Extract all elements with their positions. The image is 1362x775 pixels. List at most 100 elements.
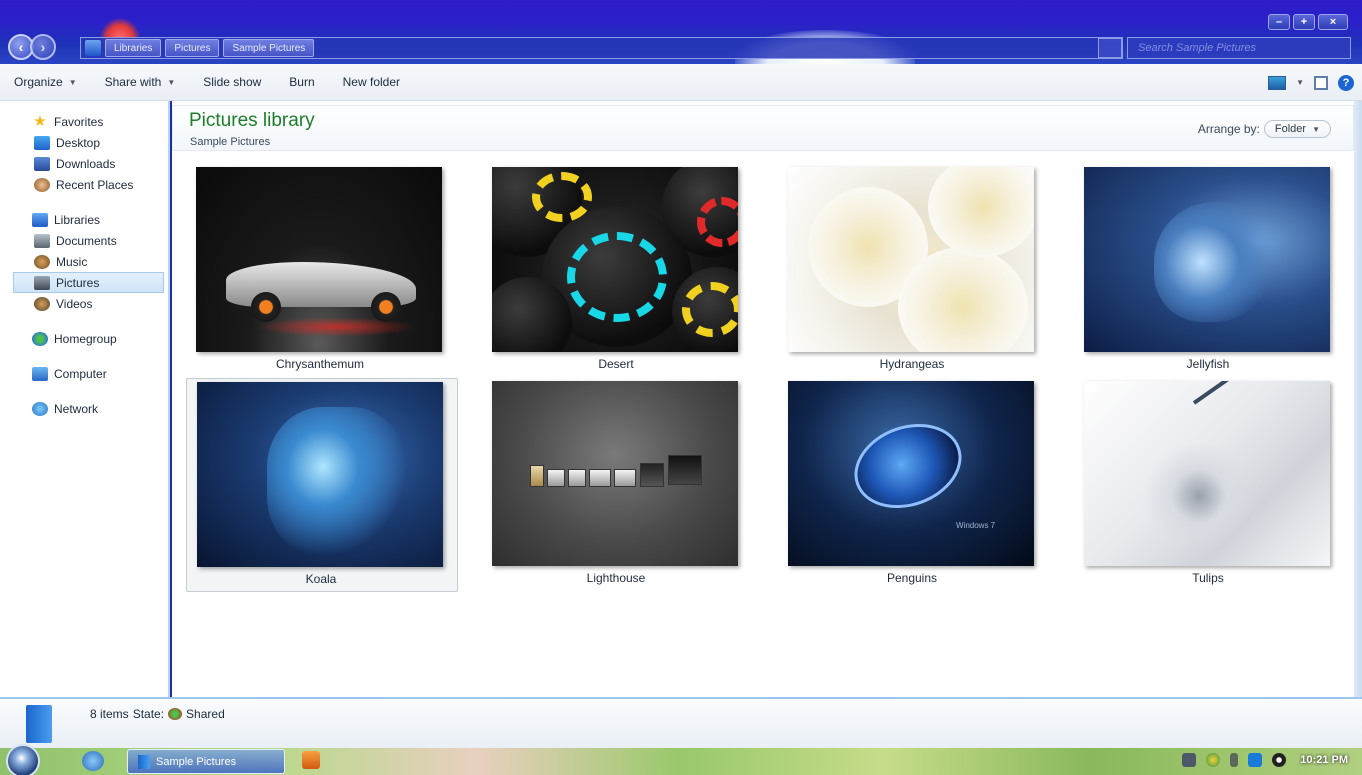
navigation-buttons: ‹ › [8, 34, 56, 60]
sidebar-item-label: Downloads [56, 156, 116, 171]
sidebar-item-music[interactable]: Music [0, 251, 168, 272]
file-tile-desert[interactable]: Desert [482, 164, 754, 378]
sidebar-item-videos[interactable]: Videos [0, 293, 168, 314]
arrange-by-value: Folder [1274, 123, 1307, 135]
file-tile-lighthouse[interactable]: Lighthouse [482, 378, 754, 592]
organize-menu[interactable]: Organize ▼ [0, 64, 91, 100]
sidebar-item-label: Homegroup [54, 331, 117, 346]
address-bar[interactable]: Libraries Pictures Sample Pictures [80, 37, 1123, 59]
library-subtitle[interactable]: Sample Pictures [190, 136, 270, 148]
share-with-label: Share with [104, 75, 162, 89]
sidebar-item-network[interactable]: Network [0, 398, 168, 419]
thumbnail-wheel [251, 292, 281, 322]
computer-icon [32, 366, 48, 381]
sidebar-item-label: Documents [56, 233, 117, 248]
taskbar: Sample Pictures 10:21 PM [0, 744, 1362, 775]
file-name: Penguins [886, 571, 938, 585]
thumbnail-windows-orb [842, 409, 974, 523]
media-player-icon[interactable] [302, 751, 320, 769]
chevron-down-icon[interactable]: ▼ [1296, 78, 1304, 87]
homegroup-icon [32, 331, 48, 346]
search-input[interactable]: Search Sample Pictures [1127, 37, 1351, 59]
state-value: Shared [186, 707, 225, 721]
command-bar: Organize ▼ Share with ▼ Slide show Burn … [0, 64, 1362, 101]
volume-icon[interactable] [1272, 753, 1287, 767]
file-tile-koala[interactable]: Koala [186, 378, 458, 592]
back-arrow-icon: ‹ [18, 39, 24, 55]
internet-explorer-icon[interactable] [82, 751, 104, 771]
file-name: Lighthouse [586, 571, 646, 585]
clock[interactable]: 10:21 PM [1300, 754, 1348, 766]
sidebar-item-favorites[interactable]: ★ Favorites [0, 111, 168, 132]
share-with-menu[interactable]: Share with ▼ [91, 64, 190, 100]
taskbar-item-label: Sample Pictures [156, 755, 237, 768]
thumbnail-image [197, 382, 443, 567]
minimize-button[interactable]: – [1268, 14, 1290, 30]
thumbnail-computer [547, 469, 565, 487]
sidebar-item-label: Music [56, 254, 88, 269]
forward-arrow-icon: › [40, 39, 46, 55]
refresh-button[interactable] [1098, 38, 1122, 58]
maximize-button[interactable]: + [1293, 14, 1315, 30]
sidebar-item-desktop[interactable]: Desktop [0, 132, 168, 153]
preview-pane-icon[interactable] [1314, 75, 1328, 90]
breadcrumb-libraries[interactable]: Libraries [105, 39, 162, 57]
arrange-by-dropdown[interactable]: Folder ▼ [1263, 120, 1331, 138]
forward-button[interactable]: › [30, 34, 56, 60]
network-group: Network [0, 398, 168, 419]
sidebar-item-label: Favorites [54, 114, 104, 129]
sidebar-item-documents[interactable]: Documents [0, 230, 168, 251]
sidebar-item-libraries[interactable]: Libraries [0, 209, 168, 230]
thumbnail-computer [614, 469, 636, 487]
thumbnail-computer [589, 469, 611, 487]
file-tile-penguins[interactable]: Windows 7 Penguins [778, 378, 1050, 592]
page-title: Pictures library [189, 110, 315, 131]
library-icon [26, 705, 52, 743]
recent-places-icon [34, 177, 50, 192]
item-count: 8 items [90, 707, 129, 721]
scrollbar[interactable] [1354, 101, 1362, 697]
thumbnail-computer [640, 463, 664, 487]
help-icon[interactable]: ? [1338, 74, 1354, 91]
file-tile-chrysanthemum[interactable]: Chrysanthemum [186, 164, 458, 378]
window-controls: – + × [1268, 14, 1348, 30]
file-tile-tulips[interactable]: Tulips [1074, 378, 1346, 592]
breadcrumb-sample-pictures[interactable]: Sample Pictures [223, 39, 315, 57]
file-tile-jellyfish[interactable]: Jellyfish [1074, 164, 1346, 378]
close-button[interactable]: × [1318, 14, 1348, 30]
update-icon[interactable] [1206, 753, 1221, 767]
burn-button[interactable]: Burn [275, 64, 328, 100]
star-icon: ★ [33, 112, 47, 130]
chevron-down-icon: ▼ [167, 77, 176, 87]
usb-icon[interactable] [1230, 753, 1239, 767]
new-folder-button[interactable]: New folder [329, 64, 414, 100]
taskbar-item-sample-pictures[interactable]: Sample Pictures [127, 749, 285, 774]
folder-icon [138, 754, 150, 769]
sidebar-item-recent-places[interactable]: Recent Places [0, 174, 168, 195]
file-tile-hydrangeas[interactable]: Hydrangeas [778, 164, 1050, 378]
sidebar-item-pictures[interactable]: Pictures [13, 272, 164, 293]
thumbnail-image [492, 381, 738, 566]
thumbnail-swirl [1144, 441, 1254, 551]
file-name: Chrysanthemum [275, 357, 365, 371]
thumbnail-computer [668, 455, 702, 485]
vmware-icon[interactable] [1182, 753, 1197, 767]
arrange-by-label: Arrange by: [1197, 122, 1260, 136]
change-view-icon[interactable] [1268, 75, 1287, 90]
state-label: State: [132, 707, 165, 721]
library-icon [85, 40, 101, 56]
sidebar-item-downloads[interactable]: Downloads [0, 153, 168, 174]
sidebar-item-computer[interactable]: Computer [0, 363, 168, 384]
computer-group: Computer [0, 363, 168, 384]
breadcrumb-pictures[interactable]: Pictures [165, 39, 220, 57]
details-summary: 8 items State: Shared [90, 707, 225, 721]
thumbnail-computer [530, 465, 544, 487]
slide-show-button[interactable]: Slide show [189, 64, 275, 100]
network-tray-icon[interactable] [1248, 753, 1263, 767]
start-button[interactable] [6, 744, 40, 775]
shared-icon [168, 708, 183, 720]
sidebar-item-homegroup[interactable]: Homegroup [0, 328, 168, 349]
file-name: Jellyfish [1186, 357, 1230, 371]
homegroup-group: Homegroup [0, 328, 168, 349]
network-icon [32, 401, 48, 416]
